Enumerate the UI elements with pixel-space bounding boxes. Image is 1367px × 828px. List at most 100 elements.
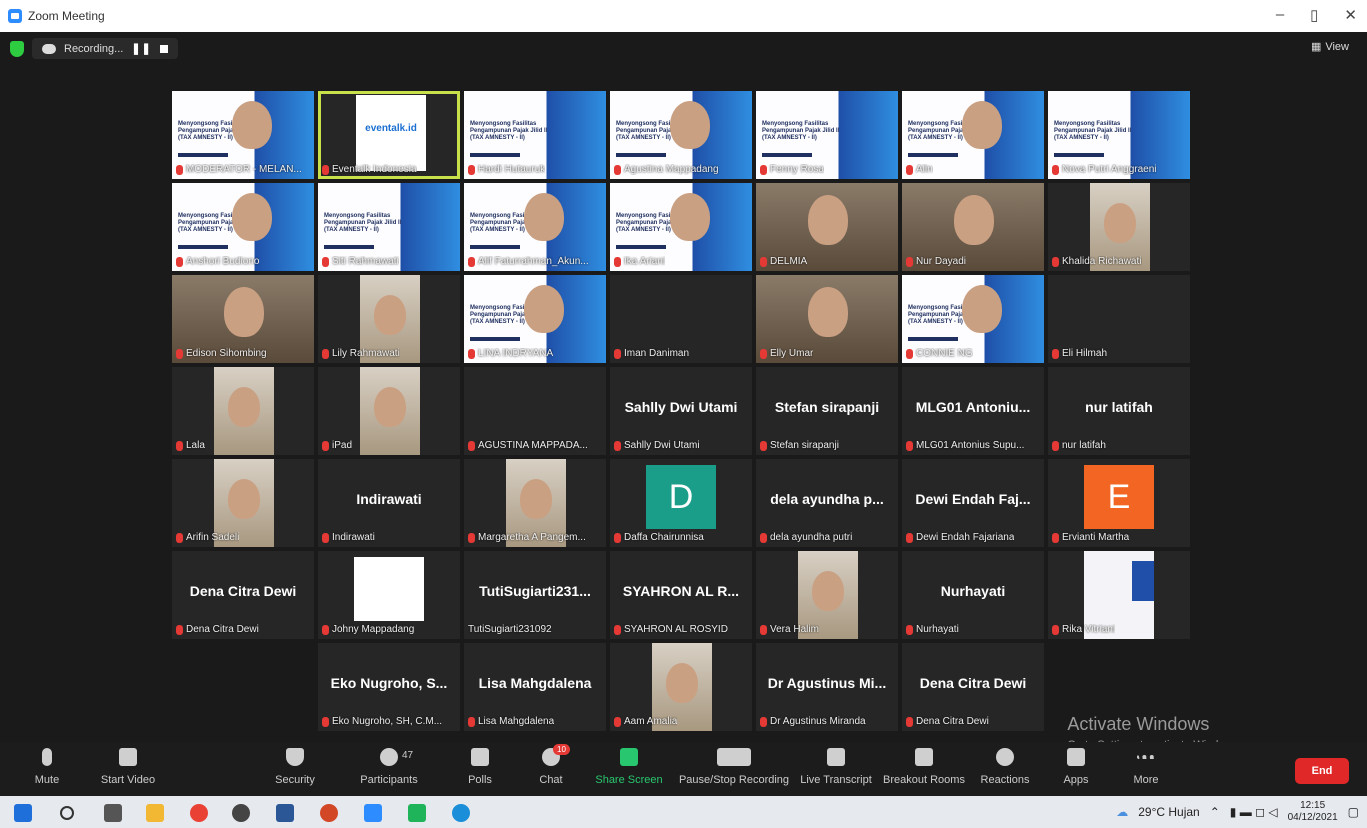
participant-tile[interactable]: Edison Sihombing [172, 275, 314, 363]
breakout-rooms-button[interactable]: Breakout Rooms [882, 748, 966, 786]
participant-tile[interactable]: Menyongsong Fasilitas Pengampunan Pajak … [902, 91, 1044, 179]
participant-tile[interactable]: Margaretha A Pangem... [464, 459, 606, 547]
participant-tile[interactable]: Dena Citra Dewi Dena Citra Dewi [902, 643, 1044, 731]
zoom-taskbar-icon[interactable] [364, 804, 382, 822]
pause-stop-recording-button[interactable]: Pause/Stop Recording [678, 748, 790, 786]
participant-tile[interactable]: eventalk.id Eventalk Indonesia [318, 91, 460, 179]
participant-tile[interactable]: Dewi Endah Faj... Dewi Endah Fajariana [902, 459, 1044, 547]
participant-name: TutiSugiarti231092 [468, 624, 552, 635]
participant-name: Nur Dayadi [916, 256, 967, 267]
participant-tile[interactable]: Menyongsong Fasilitas Pengampunan Pajak … [464, 91, 606, 179]
participant-tile[interactable]: E Ervianti Martha [1048, 459, 1190, 547]
participant-tile[interactable]: D Daffa Chairunnisa [610, 459, 752, 547]
participant-tile[interactable]: nur latifah nur latifah [1048, 367, 1190, 455]
participant-tile[interactable]: Elly Umar [756, 275, 898, 363]
end-meeting-button[interactable]: End [1295, 758, 1349, 784]
participant-tile[interactable]: Lisa Mahgdalena Lisa Mahgdalena [464, 643, 606, 731]
participant-name: Lily Rahmawati [332, 348, 400, 359]
apps-button[interactable]: Apps [1058, 748, 1094, 786]
restore-button[interactable]: ▯ [1310, 6, 1318, 24]
participants-label: Participants [360, 774, 418, 786]
close-button[interactable]: ✕ [1344, 6, 1357, 24]
participant-tile[interactable]: Menyongsong Fasilitas Pengampunan Pajak … [756, 91, 898, 179]
participant-tile[interactable]: Sahlly Dwi Utami Sahlly Dwi Utami [610, 367, 752, 455]
edge-icon[interactable] [452, 804, 470, 822]
participant-name-label: Eventalk Indonesia [322, 164, 417, 175]
participant-tile[interactable]: Lily Rahmawati [318, 275, 460, 363]
participants-button[interactable]: Participants 47 [352, 748, 426, 786]
participant-tile[interactable]: MLG01 Antoniu... MLG01 Antonius Supu... [902, 367, 1044, 455]
participant-tile[interactable]: Menyongsong Fasilitas Pengampunan Pajak … [610, 91, 752, 179]
security-button[interactable]: Security [270, 748, 320, 786]
weather-text[interactable]: 29°C Hujan [1138, 805, 1200, 819]
participant-tile[interactable]: Dr Agustinus Mi... Dr Agustinus Miranda [756, 643, 898, 731]
participant-tile[interactable]: Vera Halim [756, 551, 898, 639]
chat-button[interactable]: 10 Chat [532, 744, 570, 786]
share-screen-button[interactable]: Share Screen [594, 748, 664, 786]
mute-button[interactable]: Mute [30, 748, 64, 786]
pause-recording-button[interactable]: ❚❚ [131, 42, 151, 55]
participant-name-label: Ika Ariani [614, 256, 665, 267]
participant-tile[interactable]: Aam Amalia [610, 643, 752, 731]
participant-tile[interactable]: Khalida Richawati [1048, 183, 1190, 271]
participant-name-label: iPad [322, 440, 352, 451]
participant-tile[interactable]: Menyongsong Fasilitas Pengampunan Pajak … [172, 91, 314, 179]
weather-icon[interactable]: ☁ [1116, 805, 1128, 819]
participant-tile[interactable]: Nur Dayadi [902, 183, 1044, 271]
powerpoint-icon[interactable] [320, 804, 338, 822]
start-video-button[interactable]: Start Video [96, 748, 160, 786]
participant-name-label: MLG01 Antonius Supu... [906, 440, 1024, 451]
encryption-shield-icon[interactable] [10, 40, 24, 57]
file-explorer-icon[interactable] [146, 804, 164, 822]
participant-tile[interactable]: SYAHRON AL R... SYAHRON AL ROSYID [610, 551, 752, 639]
task-view-icon[interactable] [104, 804, 122, 822]
clock[interactable]: 12:15 04/12/2021 [1288, 800, 1338, 824]
app-icon[interactable] [232, 804, 250, 822]
muted-mic-icon [1052, 532, 1059, 543]
participant-name-label: Lisa Mahgdalena [468, 716, 554, 727]
participant-tile[interactable]: Johny Mappadang [318, 551, 460, 639]
participant-tile[interactable]: Arifin Sadeli [172, 459, 314, 547]
participant-tile[interactable]: TutiSugiarti231... TutiSugiarti231092 [464, 551, 606, 639]
reactions-label: Reactions [980, 774, 1030, 786]
live-transcript-button[interactable]: Live Transcript [798, 748, 874, 786]
participant-tile[interactable]: Menyongsong Fasilitas Pengampunan Pajak … [318, 183, 460, 271]
cloud-record-icon [42, 43, 56, 54]
participant-tile[interactable]: Lala [172, 367, 314, 455]
tray-chevron-icon[interactable]: ⌃ [1210, 805, 1220, 819]
participant-tile[interactable]: Iman Daniman [610, 275, 752, 363]
participant-tile[interactable]: Indirawati Indirawati [318, 459, 460, 547]
participant-tile[interactable]: Eko Nugroho, S... Eko Nugroho, SH, C.M... [318, 643, 460, 731]
phone-app-icon[interactable] [408, 804, 426, 822]
participant-name: Hardi Hutauruk [478, 164, 546, 175]
chrome-icon[interactable] [190, 804, 208, 822]
tray-icons[interactable]: ▮ ▬ ◻ ◁ [1230, 805, 1278, 819]
notification-icon[interactable]: ▢ [1348, 805, 1359, 819]
participant-tile[interactable]: Eli Hilmah [1048, 275, 1190, 363]
participant-tile[interactable]: Menyongsong Fasilitas Pengampunan Pajak … [610, 183, 752, 271]
participant-tile[interactable]: Nurhayati Nurhayati [902, 551, 1044, 639]
participant-tile[interactable]: Menyongsong Fasilitas Pengampunan Pajak … [464, 275, 606, 363]
minimize-button[interactable]: – [1276, 6, 1284, 24]
participant-tile[interactable]: Menyongsong Fasilitas Pengampunan Pajak … [464, 183, 606, 271]
participant-tile[interactable]: dela ayundha p... dela ayundha putri [756, 459, 898, 547]
view-button[interactable]: ▦ View [1311, 40, 1349, 54]
participant-tile[interactable]: AGUSTINA MAPPADA... [464, 367, 606, 455]
participant-name: Dr Agustinus Miranda [770, 716, 866, 727]
reactions-button[interactable]: Reactions [976, 748, 1034, 786]
search-icon[interactable] [60, 806, 74, 820]
participant-tile[interactable]: DELMIA [756, 183, 898, 271]
polls-button[interactable]: Polls [462, 748, 498, 786]
participant-tile[interactable]: Menyongsong Fasilitas Pengampunan Pajak … [172, 183, 314, 271]
participant-tile[interactable]: iPad [318, 367, 460, 455]
participant-tile[interactable]: Dena Citra Dewi Dena Citra Dewi [172, 551, 314, 639]
word-icon[interactable] [276, 804, 294, 822]
participant-tile[interactable]: Stefan sirapanji Stefan sirapanji [756, 367, 898, 455]
participant-tile[interactable]: Menyongsong Fasilitas Pengampunan Pajak … [902, 275, 1044, 363]
start-icon[interactable] [14, 804, 32, 822]
stop-recording-button[interactable] [159, 44, 168, 53]
more-button[interactable]: More [1126, 748, 1166, 786]
participant-name-label: Anshori Budiono [176, 256, 259, 267]
participant-tile[interactable]: Rika Vitriani [1048, 551, 1190, 639]
participant-tile[interactable]: Menyongsong Fasilitas Pengampunan Pajak … [1048, 91, 1190, 179]
